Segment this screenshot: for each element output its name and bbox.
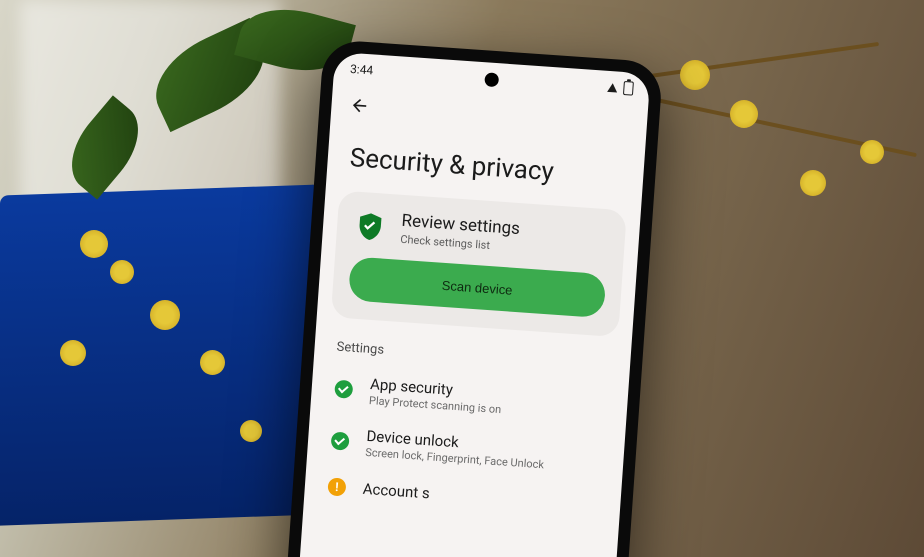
scan-device-button[interactable]: Scan device <box>348 256 606 318</box>
flower <box>80 230 108 258</box>
flower <box>200 350 225 375</box>
status-time: 3:44 <box>350 62 374 78</box>
row-title: Account s <box>362 479 599 513</box>
card-text: Review settings Check settings list <box>400 211 521 254</box>
back-button[interactable] <box>345 91 375 121</box>
signal-icon <box>607 82 618 92</box>
arrow-left-icon <box>349 95 370 116</box>
row-text: App security Play Protect scanning is on <box>369 375 607 423</box>
flower <box>680 60 710 90</box>
flower <box>800 170 826 196</box>
row-text: Account s <box>362 479 599 514</box>
branch <box>621 42 879 82</box>
phone-frame: 3:44 Security & privacy <box>277 39 664 557</box>
flower <box>150 300 180 330</box>
flower <box>730 100 758 128</box>
status-icons <box>607 80 634 96</box>
flower <box>240 420 262 442</box>
status-ok-icon <box>329 430 350 451</box>
status-ok-icon <box>333 379 354 400</box>
phone-screen: 3:44 Security & privacy <box>290 52 651 557</box>
shield-check-icon <box>352 208 388 244</box>
battery-icon <box>623 81 634 96</box>
card-header: Review settings Check settings list <box>352 207 610 260</box>
flower <box>110 260 134 284</box>
review-settings-card: Review settings Check settings list Scan… <box>331 190 627 337</box>
row-text: Device unlock Screen lock, Fingerprint, … <box>365 427 603 475</box>
flower <box>860 140 884 164</box>
flower <box>60 340 86 366</box>
photo-scene: 3:44 Security & privacy <box>0 0 924 557</box>
bg-planter <box>0 184 320 525</box>
status-warn-icon <box>326 476 347 497</box>
